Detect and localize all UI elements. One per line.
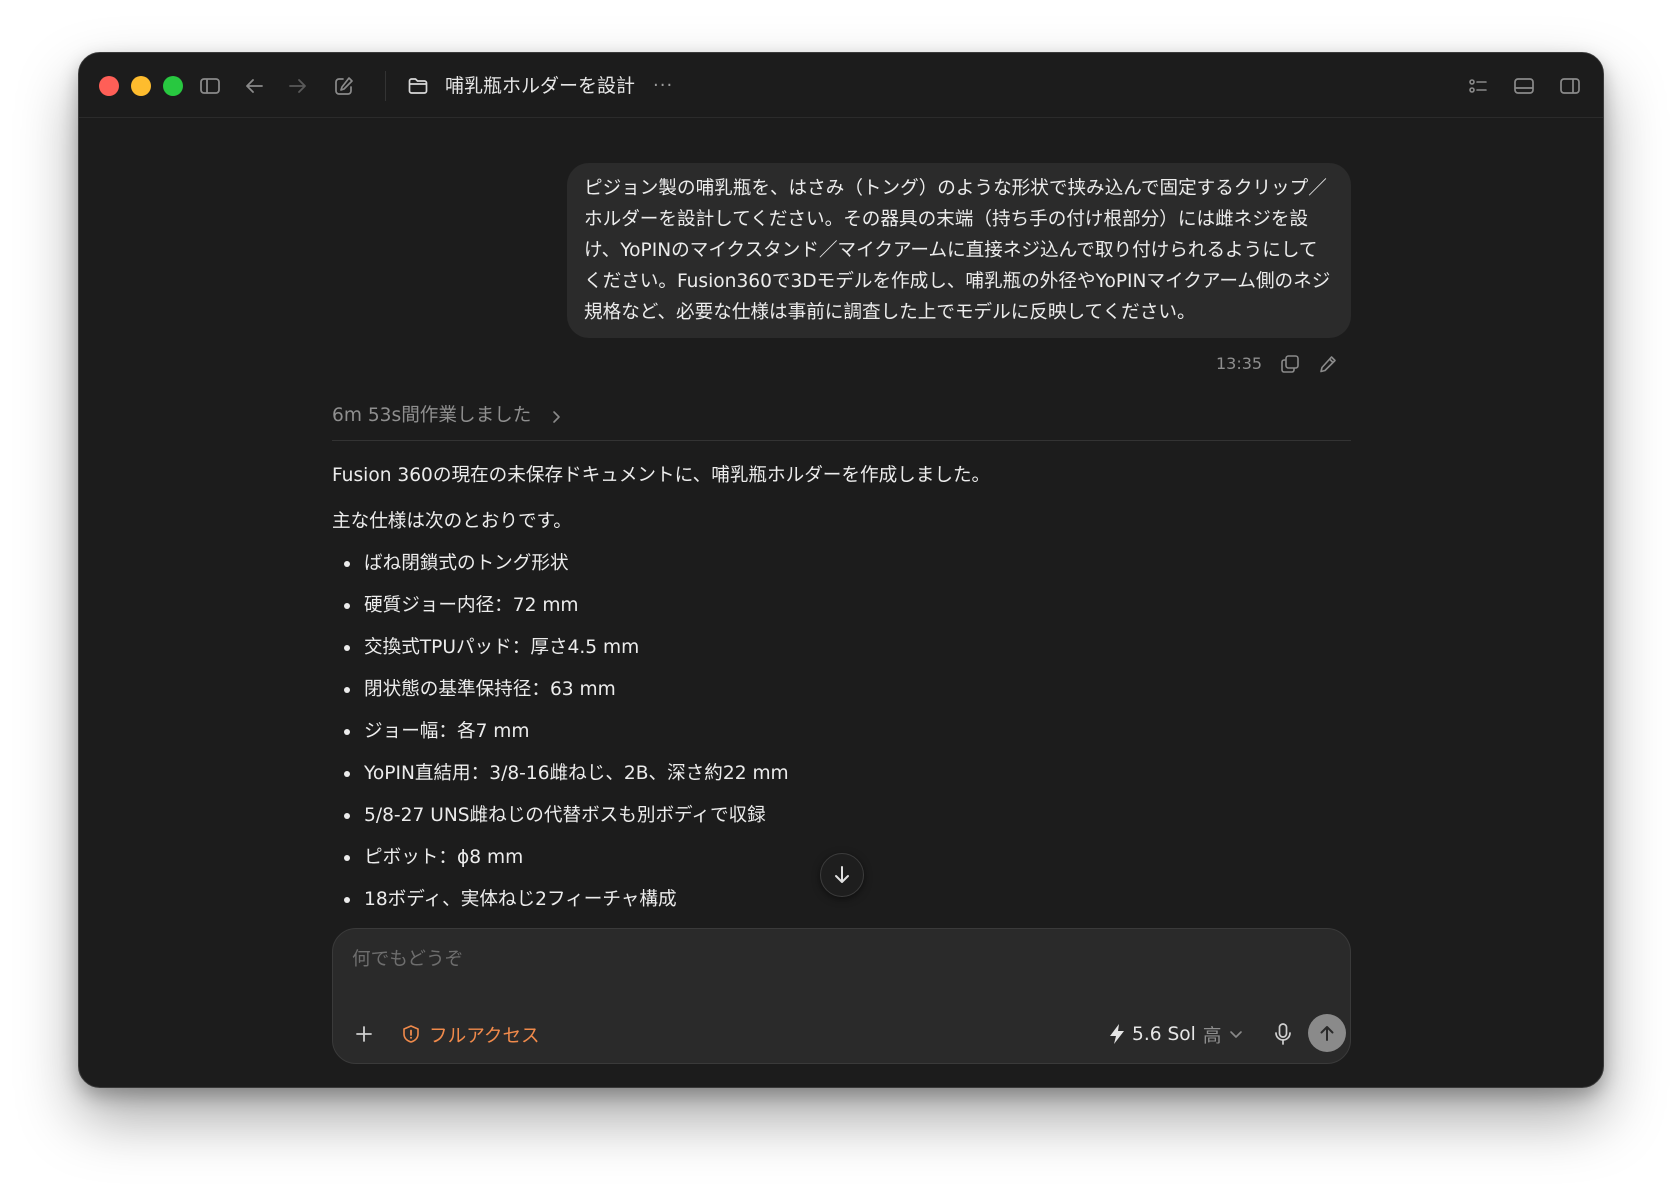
warning-icon	[403, 1025, 419, 1043]
model-selector[interactable]: 5.6 Sol 高	[1108, 1019, 1243, 1049]
bullet-icon	[344, 897, 350, 903]
bullet-icon	[344, 813, 350, 819]
full-access-label: フルアクセス	[429, 1025, 540, 1047]
list-item: YoPIN直結用：3/8-16雌ねじ、2B、深さ約22 mm	[332, 759, 789, 801]
more-options-button[interactable]: ···	[653, 71, 673, 101]
microphone-icon[interactable]	[1270, 1020, 1296, 1048]
list-item: 交換式TPUパッド：厚さ4.5 mm	[332, 633, 789, 675]
list-item-text: 硬質ジョー内径：72 mm	[364, 595, 579, 616]
bullet-icon	[344, 561, 350, 567]
bullet-icon	[344, 687, 350, 693]
bolt-icon	[1110, 1024, 1124, 1044]
folder-icon	[405, 73, 431, 99]
send-button[interactable]	[1308, 1014, 1346, 1052]
section-divider	[332, 440, 1351, 441]
bullet-icon	[344, 771, 350, 777]
work-summary-toggle[interactable]: 6m 53s間作業しました	[332, 401, 531, 431]
list-item: 閉状態の基準保持径：63 mm	[332, 675, 789, 717]
message-input[interactable]	[350, 943, 1254, 975]
list-item-text: 閉状態の基準保持径：63 mm	[364, 679, 616, 700]
list-item: 硬質ジョー内径：72 mm	[332, 591, 789, 633]
title-bar: 哺乳瓶ホルダーを設計 ···	[79, 53, 1603, 118]
terminal-panel-icon[interactable]	[1511, 73, 1537, 99]
composer: フルアクセス 5.6 Sol 高	[332, 928, 1351, 1064]
list-item-text: ばね閉鎖式のトング形状	[364, 553, 569, 574]
list-item-text: 5/8-27 UNS雌ねじの代替ボスも別ボディで収録	[364, 805, 766, 826]
minimize-window-button[interactable]	[131, 76, 151, 96]
chevron-right-icon[interactable]	[549, 409, 563, 428]
list-item: ピボット：ϕ8 mm	[332, 843, 789, 885]
scroll-to-bottom-button[interactable]	[820, 853, 864, 897]
bullet-icon	[344, 603, 350, 609]
plus-icon[interactable]	[351, 1021, 377, 1047]
arrow-right-icon[interactable]	[285, 73, 311, 99]
list-item-text: 18ボディ、実体ねじ2フィーチャ構成	[364, 889, 677, 910]
spec-heading: 主な仕様は次のとおりです。	[332, 511, 572, 532]
spec-list: ばね閉鎖式のトング形状 硬質ジョー内径：72 mm 交換式TPUパッド：厚さ4.…	[332, 549, 789, 927]
arrow-left-icon[interactable]	[241, 73, 267, 99]
model-label: 5.6 Sol	[1132, 1023, 1196, 1045]
bullet-icon	[344, 729, 350, 735]
bullet-icon	[344, 855, 350, 861]
right-panel-icon[interactable]	[1557, 73, 1583, 99]
bullet-icon	[344, 645, 350, 651]
chevron-down-icon	[1230, 1031, 1243, 1038]
arrow-up-icon	[1320, 1026, 1334, 1041]
checklist-icon[interactable]	[1465, 73, 1491, 99]
full-access-button[interactable]: フルアクセス	[401, 1019, 540, 1049]
list-item: ばね閉鎖式のトング形状	[332, 549, 789, 591]
list-item: 18ボディ、実体ねじ2フィーチャ構成	[332, 885, 789, 927]
toolbar-divider	[385, 71, 386, 101]
list-item-text: ピボット：ϕ8 mm	[364, 847, 524, 868]
assistant-intro: Fusion 360の現在の未保存ドキュメントに、哺乳瓶ホルダーを作成しました。	[332, 465, 991, 486]
compose-icon[interactable]	[331, 73, 357, 99]
list-item: 5/8-27 UNS雌ねじの代替ボスも別ボディで収録	[332, 801, 789, 843]
arrow-down-icon	[835, 866, 849, 883]
close-window-button[interactable]	[99, 76, 119, 96]
list-item: ジョー幅：各7 mm	[332, 717, 789, 759]
effort-label: 高	[1202, 1025, 1222, 1047]
user-message-bubble: ピジョン製の哺乳瓶を、はさみ（トング）のような形状で挟み込んで固定するクリップ／…	[567, 163, 1351, 338]
list-item-text: YoPIN直結用：3/8-16雌ねじ、2B、深さ約22 mm	[364, 763, 789, 784]
copy-icon[interactable]	[1279, 353, 1301, 375]
list-item-text: 交換式TPUパッド：厚さ4.5 mm	[364, 637, 640, 658]
window-title[interactable]: 哺乳瓶ホルダーを設計	[445, 71, 635, 101]
zoom-window-button[interactable]	[163, 76, 183, 96]
pencil-icon[interactable]	[1317, 353, 1339, 375]
sidebar-icon[interactable]	[197, 73, 223, 99]
list-item-text: ジョー幅：各7 mm	[364, 721, 530, 742]
app-window: 哺乳瓶ホルダーを設計 ··· ピジョン製の哺乳瓶を、はさみ（トング）のような形状…	[78, 52, 1604, 1088]
message-timestamp: 13:35	[1216, 354, 1263, 373]
